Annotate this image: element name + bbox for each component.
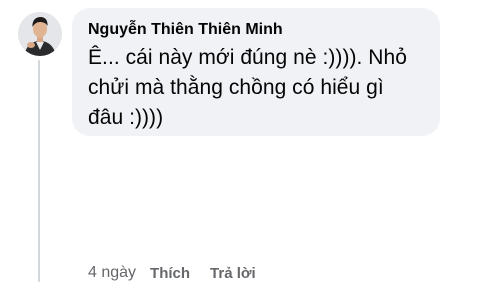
avatar[interactable] (18, 12, 62, 56)
thread-line (38, 60, 40, 282)
comment-timestamp[interactable]: 4 ngày (88, 264, 136, 282)
like-button[interactable]: Thích (150, 265, 190, 282)
reply-button[interactable]: Trả lời (210, 265, 256, 282)
comment-text-line: Ê... cái này mới đúng nè :)))). Nhỏ (88, 46, 407, 69)
comment-bubble: Nguyễn Thiên Thiên Minh Ê... cái này mới… (72, 8, 440, 136)
avatar-image (18, 12, 62, 56)
comment-author[interactable]: Nguyễn Thiên Thiên Minh (88, 20, 424, 40)
comment-actions: 4 ngày Thích Trả lời (88, 262, 256, 284)
comment-text: Ê... cái này mới đúng nè :)))). Nhỏ chửi… (88, 43, 424, 133)
comment-text-line: đâu :)))) (88, 106, 164, 129)
comment-text-line: chửi mà thằng chồng có hiểu gì (88, 76, 384, 99)
